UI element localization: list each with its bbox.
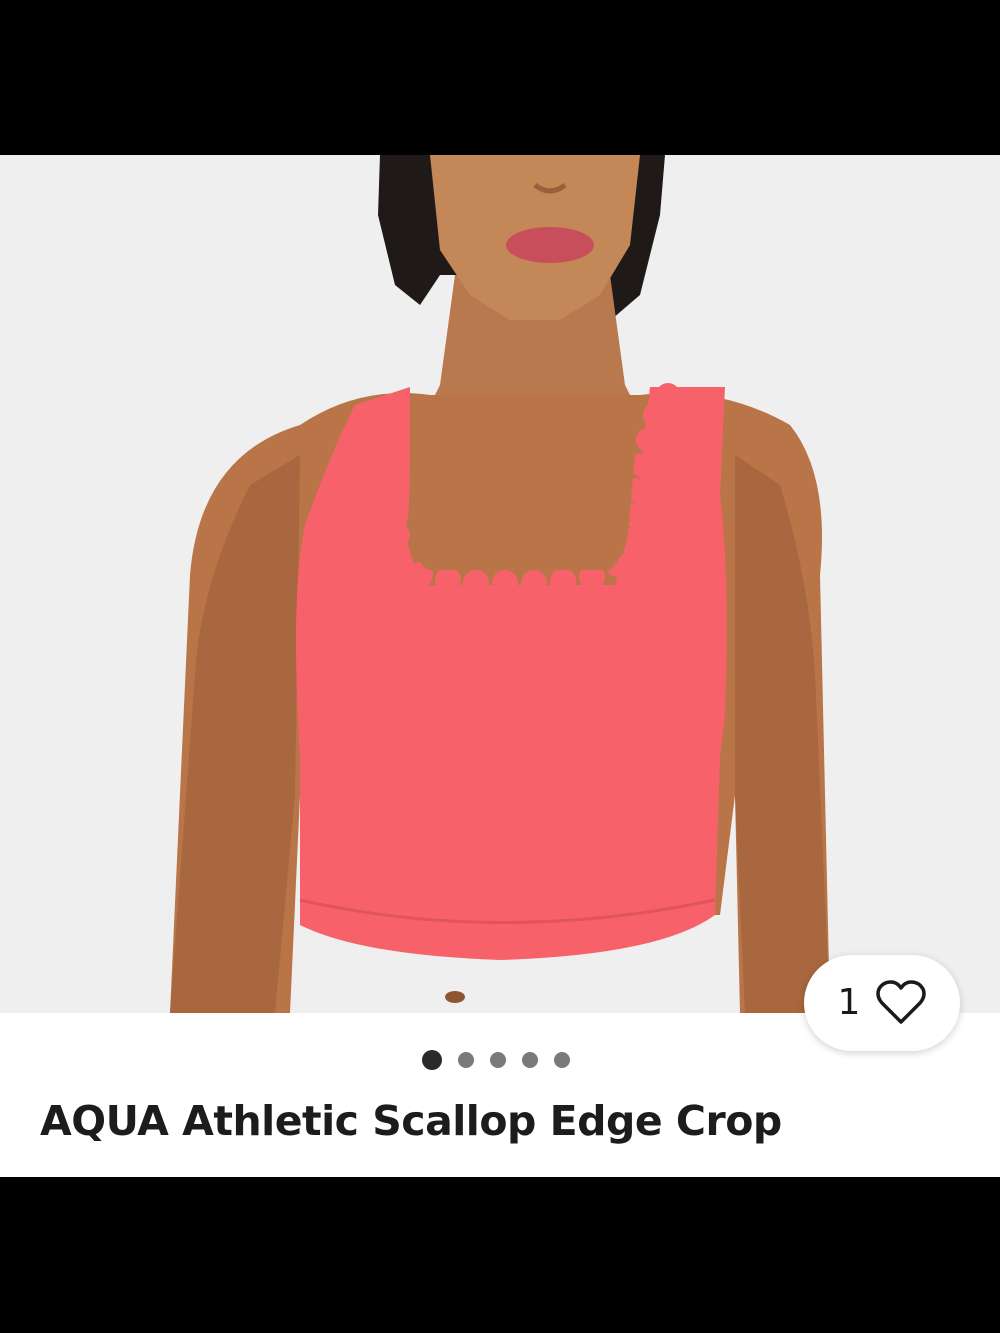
carousel-dot[interactable] xyxy=(490,1052,506,1068)
listing-screen: 1 AQUA Athletic Scallop Edge Crop xyxy=(0,155,1000,1177)
heart-outline-icon xyxy=(876,980,927,1024)
top-letterbox-bar xyxy=(0,0,1000,155)
like-count: 1 xyxy=(837,982,861,1023)
carousel-dot-active[interactable] xyxy=(422,1050,442,1070)
product-photo[interactable] xyxy=(0,155,1000,1013)
carousel-dot[interactable] xyxy=(554,1052,570,1068)
bottom-letterbox-bar xyxy=(0,1177,1000,1333)
carousel-dot[interactable] xyxy=(522,1052,538,1068)
like-button[interactable]: 1 xyxy=(804,955,960,1051)
carousel-dot[interactable] xyxy=(458,1052,474,1068)
listing-title: AQUA Athletic Scallop Edge Crop xyxy=(40,1097,782,1145)
carousel-indicator xyxy=(0,1048,1000,1072)
